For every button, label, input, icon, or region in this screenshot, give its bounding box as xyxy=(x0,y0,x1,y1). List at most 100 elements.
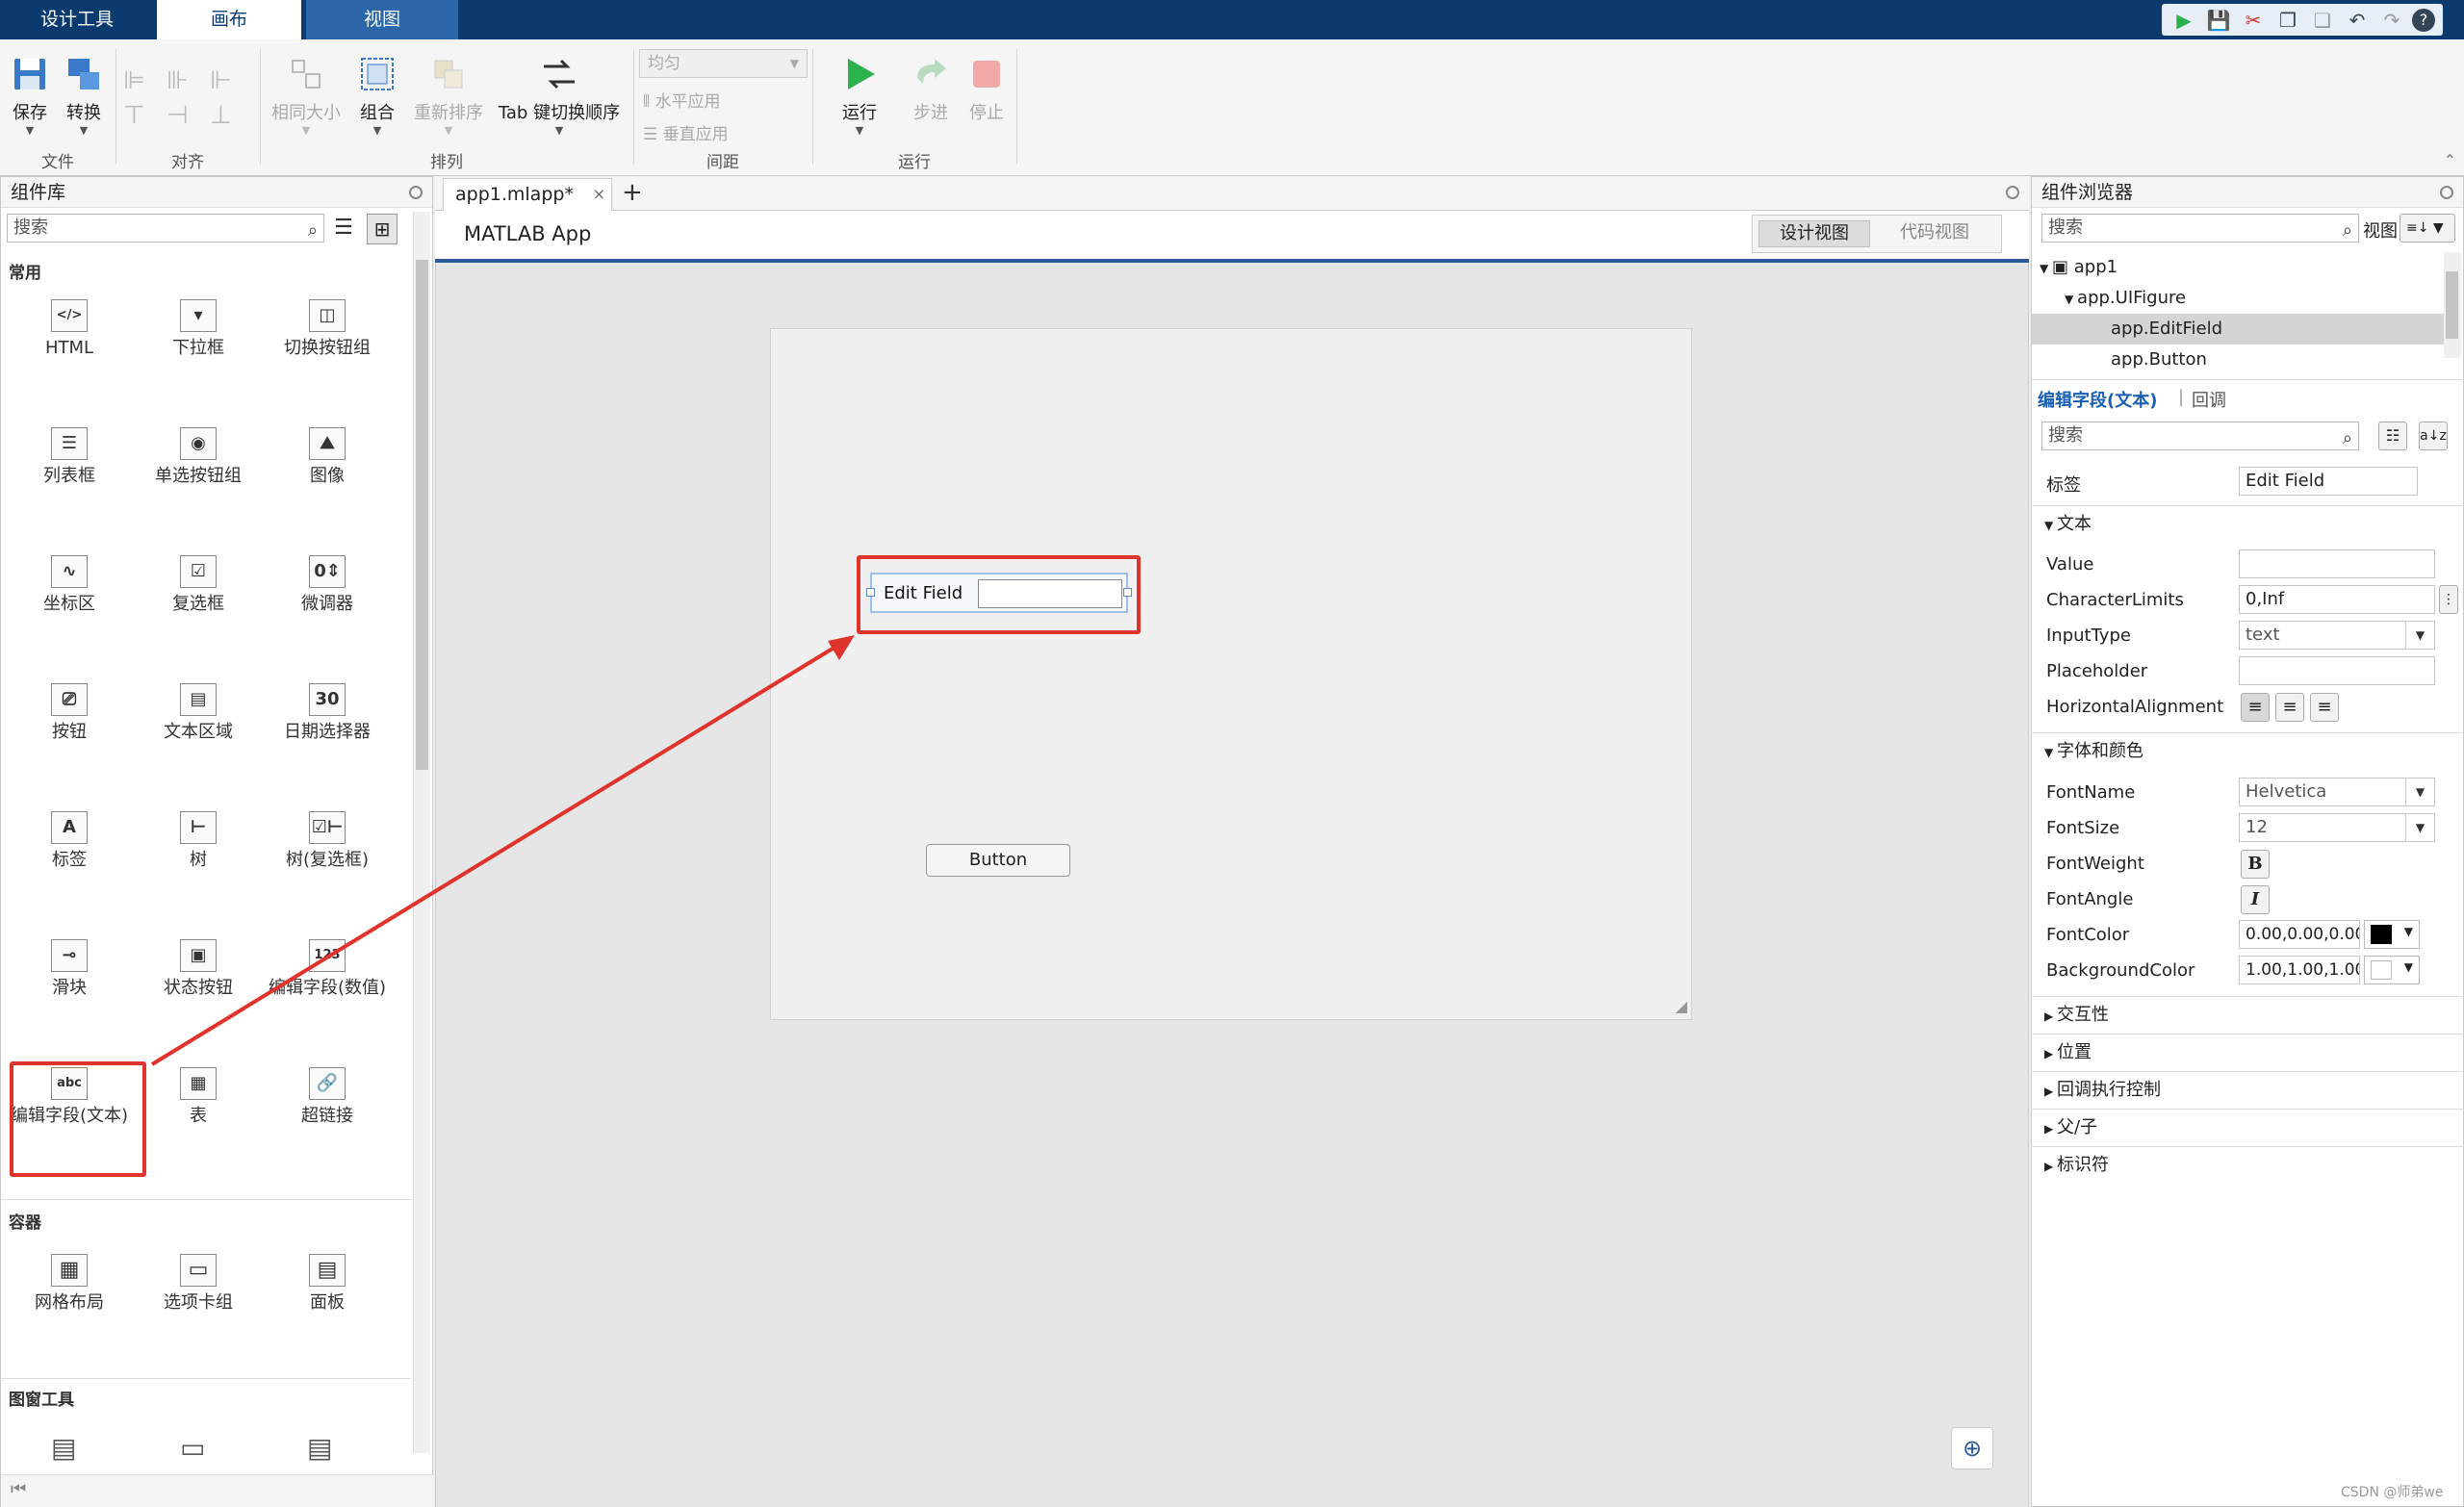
align-left-icon[interactable]: ⊫ xyxy=(123,66,145,95)
align-bottom-icon[interactable]: ⊥ xyxy=(210,101,232,130)
document-tab[interactable]: app1.mlapp* × xyxy=(443,178,612,211)
component-listbox[interactable]: ☰ 列表框 xyxy=(7,427,132,487)
component-tree[interactable]: ⊢ 树 xyxy=(136,811,261,871)
component-label[interactable]: A 标签 xyxy=(7,811,132,871)
more-options-icon[interactable]: ⋮ xyxy=(2439,585,2458,614)
run-button[interactable]: 运行 ▼ xyxy=(834,55,886,138)
align-top-icon[interactable]: ⊤ xyxy=(123,101,145,130)
resize-grip-icon[interactable]: ◢ xyxy=(1676,997,1687,1015)
run-icon[interactable]: ▶ xyxy=(2169,6,2198,35)
apply-horizontal-button[interactable]: ⫴ 水平应用 xyxy=(643,88,721,112)
browser-search-input[interactable]: 搜索 ⌕ xyxy=(2041,214,2359,243)
step-button[interactable]: 步进 xyxy=(905,55,957,124)
view-mode-dropdown[interactable]: ≡↓ ▼ xyxy=(2400,214,2455,243)
redo-icon[interactable]: ↷ xyxy=(2377,6,2406,35)
section-collapsed[interactable]: ▶ 父/子 xyxy=(2031,1109,2464,1145)
align-right-icon[interactable]: ≡ xyxy=(2310,693,2339,722)
zoom-icon[interactable]: ⊕ xyxy=(1951,1427,1993,1469)
cut-icon[interactable]: ✂ xyxy=(2239,6,2268,35)
tab-design-tools[interactable]: 设计工具 xyxy=(0,0,154,39)
collapse-ribbon-icon[interactable]: ⌃ xyxy=(2444,151,2456,169)
group-button[interactable]: 组合 ▼ xyxy=(348,55,406,138)
tab-order-button[interactable]: Tab 键切换顺序 ▼ xyxy=(495,55,624,138)
component-image[interactable]: ⛰ 图像 xyxy=(265,427,390,487)
align-center-icon[interactable]: ≡ xyxy=(2275,693,2304,722)
button-component[interactable]: Button xyxy=(926,844,1070,877)
component-toggle-button-group[interactable]: ◫ 切换按钮组 xyxy=(265,299,390,359)
component-html[interactable]: </> HTML xyxy=(7,299,132,359)
library-scrollbar[interactable] xyxy=(413,212,430,1453)
component-checkbox-tree[interactable]: ☑⊢ 树(复选框) xyxy=(265,811,390,871)
component-push-button[interactable]: ⎚ 按钮 xyxy=(7,683,132,743)
section-collapsed[interactable]: ▶ 交互性 xyxy=(2031,996,2464,1033)
component-state-button[interactable]: ▣ 状态按钮 xyxy=(136,939,261,999)
component-tab-group[interactable]: ▭ 选项卡组 xyxy=(136,1254,261,1314)
section-text[interactable]: ▼ 文本 xyxy=(2031,505,2464,542)
apply-vertical-button[interactable]: ☰ 垂直应用 xyxy=(643,120,729,144)
bold-toggle[interactable]: B xyxy=(2241,850,2270,879)
component-panel[interactable]: ▤ 面板 xyxy=(265,1254,390,1314)
fontname-dropdown[interactable]: Helvetica ▼ xyxy=(2239,778,2435,806)
minimize-icon[interactable] xyxy=(409,186,423,199)
minimize-icon[interactable] xyxy=(2440,186,2453,199)
expand-icon[interactable]: ▼ xyxy=(2065,293,2077,306)
bgcolor-picker[interactable]: ▼ xyxy=(2364,956,2420,984)
component-radio-button-group[interactable]: ◉ 单选按钮组 xyxy=(136,427,261,487)
help-icon[interactable]: ? xyxy=(2412,8,2435,32)
section-collapsed[interactable]: ▶ 位置 xyxy=(2031,1034,2464,1070)
group-by-category-icon[interactable]: ☷ xyxy=(2378,421,2407,450)
toolbar-icon[interactable]: ▭ xyxy=(180,1432,205,1464)
align-center-icon[interactable]: ⊪ xyxy=(167,66,189,95)
fontcolor-picker[interactable]: ▼ xyxy=(2364,920,2420,949)
bgcolor-input[interactable]: 1.00,1.00,1.00 xyxy=(2239,956,2360,984)
ui-figure[interactable]: Edit Field Button ◢ xyxy=(770,328,1692,1020)
scroll-left-icon[interactable]: ⏮ xyxy=(11,1479,26,1499)
component-grid-layout[interactable]: ▦ 网格布局 xyxy=(7,1254,132,1314)
component-date-picker[interactable]: 30 日期选择器 xyxy=(265,683,390,743)
scrollbar-thumb[interactable] xyxy=(416,260,428,770)
grid-view-icon[interactable]: ⊞ xyxy=(367,214,398,244)
value-input[interactable] xyxy=(2239,549,2435,578)
italic-toggle[interactable]: I xyxy=(2241,885,2270,914)
component-text-area[interactable]: ▤ 文本区域 xyxy=(136,683,261,743)
sort-alpha-icon[interactable]: a↓z xyxy=(2419,421,2448,450)
design-view-button[interactable]: 设计视图 xyxy=(1758,220,1870,247)
align-left-icon[interactable]: ≡ xyxy=(2241,693,2270,722)
fontsize-dropdown[interactable]: 12 ▼ xyxy=(2239,813,2435,842)
scrollbar-thumb[interactable] xyxy=(2446,271,2458,339)
code-view-button[interactable]: 代码视图 xyxy=(1876,220,1993,247)
copy-icon[interactable]: ❐ xyxy=(2273,6,2302,35)
placeholder-input[interactable] xyxy=(2239,656,2435,685)
save-icon[interactable]: 💾 xyxy=(2204,6,2233,35)
charlimits-input[interactable]: 0,Inf xyxy=(2239,585,2435,614)
list-view-icon[interactable]: ☰ xyxy=(334,216,353,240)
spacing-dropdown[interactable]: 均匀 ▼ xyxy=(639,49,808,78)
inspector-tab[interactable]: 编辑字段(文本) xyxy=(2038,387,2157,412)
align-middle-icon[interactable]: ⊣ xyxy=(167,101,189,130)
component-axes[interactable]: ∿ 坐标区 xyxy=(7,555,132,615)
minimize-icon[interactable] xyxy=(2006,186,2019,199)
component-hyperlink[interactable]: 🔗 超链接 xyxy=(265,1067,390,1127)
component-table[interactable]: ▦ 表 xyxy=(136,1067,261,1127)
convert-button[interactable]: 转换 ▼ xyxy=(60,55,108,138)
stop-button[interactable]: 停止 xyxy=(961,55,1013,124)
new-tab-icon[interactable]: + xyxy=(622,176,643,209)
component-slider[interactable]: ⊸ 滑块 xyxy=(7,939,132,999)
menu-bar-icon[interactable]: ▤ xyxy=(51,1432,76,1464)
library-search-input[interactable]: 搜索 ⌕ xyxy=(7,214,324,243)
property-search-input[interactable]: 搜索 ⌕ xyxy=(2041,421,2359,450)
component-dropdown[interactable]: ▾ 下拉框 xyxy=(136,299,261,359)
context-menu-icon[interactable]: ▤ xyxy=(307,1432,332,1464)
close-icon[interactable]: × xyxy=(593,179,605,210)
same-size-button[interactable]: 相同大小 ▼ xyxy=(268,55,345,138)
callbacks-tab[interactable]: 回调 xyxy=(2192,387,2226,412)
tree-item-app[interactable]: ▼ ▣ app1 xyxy=(2040,252,2118,283)
component-numeric-edit-field[interactable]: 123 编辑字段(数值) xyxy=(265,939,390,999)
align-right-icon[interactable]: ⊩ xyxy=(210,66,232,95)
section-collapsed[interactable]: ▶ 标识符 xyxy=(2031,1146,2464,1183)
expand-icon[interactable]: ▼ xyxy=(2040,262,2052,275)
tab-view[interactable]: 视图 xyxy=(306,0,458,39)
tab-canvas[interactable]: 画布 xyxy=(157,0,301,39)
fontcolor-input[interactable]: 0.00,0.00,0.00 xyxy=(2239,920,2360,949)
tree-scrollbar[interactable] xyxy=(2444,252,2461,358)
